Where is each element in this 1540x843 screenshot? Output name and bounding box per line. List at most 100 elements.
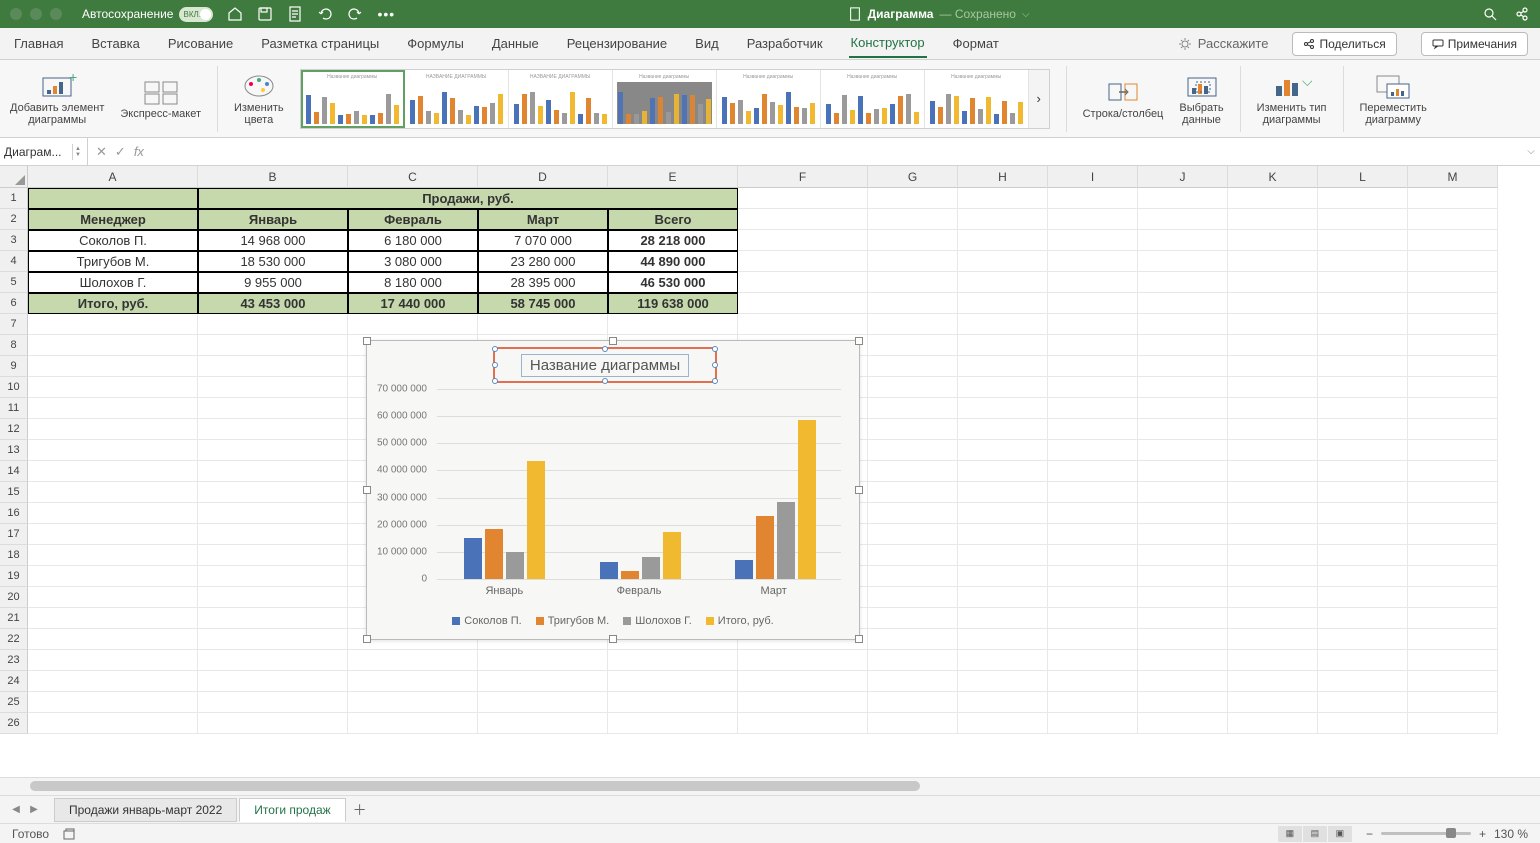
cell-F5[interactable] [738, 272, 868, 293]
cell-B12[interactable] [198, 419, 348, 440]
cell-L16[interactable] [1318, 503, 1408, 524]
chart-bar[interactable] [756, 516, 774, 579]
cell-J5[interactable] [1138, 272, 1228, 293]
cell-L20[interactable] [1318, 587, 1408, 608]
switch-row-column-button[interactable]: Строка/столбец [1083, 78, 1164, 120]
cell-K21[interactable] [1228, 608, 1318, 629]
cell-L26[interactable] [1318, 713, 1408, 734]
tab-рисование[interactable]: Рисование [166, 30, 235, 57]
legend-item[interactable]: Итого, руб. [706, 615, 774, 627]
sheet-next-icon[interactable]: ▶ [26, 802, 42, 818]
cell-J20[interactable] [1138, 587, 1228, 608]
share-icon[interactable] [1514, 6, 1530, 22]
cell-H1[interactable] [958, 188, 1048, 209]
cell-A12[interactable] [28, 419, 198, 440]
cell-K9[interactable] [1228, 356, 1318, 377]
enter-icon[interactable]: ✓ [115, 144, 126, 160]
zoom-out-button[interactable]: − [1366, 827, 1373, 841]
row-header-25[interactable]: 25 [0, 692, 28, 713]
chart-style-4[interactable]: Название диаграммы [613, 70, 717, 128]
cell-J2[interactable] [1138, 209, 1228, 230]
chart-resize-handle[interactable] [609, 635, 617, 643]
cell-B13[interactable] [198, 440, 348, 461]
cell-A26[interactable] [28, 713, 198, 734]
cell-A21[interactable] [28, 608, 198, 629]
chart-bar[interactable] [663, 532, 681, 579]
cell-H19[interactable] [958, 566, 1048, 587]
cell-B11[interactable] [198, 398, 348, 419]
change-chart-type-button[interactable]: ⌵ Изменить тип диаграммы [1257, 72, 1327, 126]
tab-конструктор[interactable]: Конструктор [849, 29, 927, 58]
quick-layout-button[interactable]: Экспресс-макет [120, 78, 201, 120]
cell-H23[interactable] [958, 650, 1048, 671]
chevron-down-icon[interactable]: ⌵ [1022, 9, 1030, 20]
cell-B15[interactable] [198, 482, 348, 503]
add-chart-element-button[interactable]: + Добавить элемент диаграммы [10, 72, 104, 126]
cell-B6[interactable]: 43 453 000 [198, 293, 348, 314]
chart-plot-area[interactable] [437, 389, 841, 579]
cell-L25[interactable] [1318, 692, 1408, 713]
cell-J21[interactable] [1138, 608, 1228, 629]
cell-C4[interactable]: 3 080 000 [348, 251, 478, 272]
sheet-prev-icon[interactable]: ◀ [8, 802, 24, 818]
cell-G22[interactable] [868, 629, 958, 650]
cell-A18[interactable] [28, 545, 198, 566]
cell-M16[interactable] [1408, 503, 1498, 524]
chart-style-5[interactable]: Название диаграммы [717, 70, 821, 128]
cell-I12[interactable] [1048, 419, 1138, 440]
cell-H10[interactable] [958, 377, 1048, 398]
cell-M11[interactable] [1408, 398, 1498, 419]
cell-A8[interactable] [28, 335, 198, 356]
cell-A14[interactable] [28, 461, 198, 482]
cell-M3[interactable] [1408, 230, 1498, 251]
cell-K16[interactable] [1228, 503, 1318, 524]
row-header-21[interactable]: 21 [0, 608, 28, 629]
cell-L21[interactable] [1318, 608, 1408, 629]
cell-H15[interactable] [958, 482, 1048, 503]
chart-style-2[interactable]: НАЗВАНИЕ ДИАГРАММЫ [405, 70, 509, 128]
row-header-22[interactable]: 22 [0, 629, 28, 650]
cell-K23[interactable] [1228, 650, 1318, 671]
cell-E3[interactable]: 28 218 000 [608, 230, 738, 251]
window-controls[interactable] [10, 8, 62, 20]
cell-I14[interactable] [1048, 461, 1138, 482]
cell-I23[interactable] [1048, 650, 1138, 671]
row-header-24[interactable]: 24 [0, 671, 28, 692]
cell-H14[interactable] [958, 461, 1048, 482]
cell-H17[interactable] [958, 524, 1048, 545]
tab-разметка-страницы[interactable]: Разметка страницы [259, 30, 381, 57]
row-header-3[interactable]: 3 [0, 230, 28, 251]
cell-I16[interactable] [1048, 503, 1138, 524]
cell-E25[interactable] [608, 692, 738, 713]
legend-item[interactable]: Соколов П. [452, 615, 521, 627]
cell-M20[interactable] [1408, 587, 1498, 608]
cell-A13[interactable] [28, 440, 198, 461]
chart-resize-handle[interactable] [855, 486, 863, 494]
cell-B3[interactable]: 14 968 000 [198, 230, 348, 251]
cell-A3[interactable]: Соколов П. [28, 230, 198, 251]
col-header-C[interactable]: C [348, 166, 478, 188]
col-header-F[interactable]: F [738, 166, 868, 188]
cell-A11[interactable] [28, 398, 198, 419]
cell-A24[interactable] [28, 671, 198, 692]
tab-разработчик[interactable]: Разработчик [745, 30, 825, 57]
accessibility-icon[interactable] [63, 827, 79, 841]
chart-title-selected[interactable]: Название диаграммы [493, 347, 717, 383]
cell-A5[interactable]: Шолохов Г. [28, 272, 198, 293]
row-header-8[interactable]: 8 [0, 335, 28, 356]
cell-C6[interactable]: 17 440 000 [348, 293, 478, 314]
normal-view-button[interactable]: ▦ [1278, 826, 1302, 842]
embedded-chart[interactable]: Название диаграммы 010 000 00020 000 000… [366, 340, 860, 640]
horizontal-scrollbar[interactable] [0, 777, 1540, 795]
cell-B20[interactable] [198, 587, 348, 608]
row-header-18[interactable]: 18 [0, 545, 28, 566]
cell-G13[interactable] [868, 440, 958, 461]
cell-C26[interactable] [348, 713, 478, 734]
zoom-in-button[interactable]: + [1479, 827, 1486, 841]
cell-M4[interactable] [1408, 251, 1498, 272]
cell-M6[interactable] [1408, 293, 1498, 314]
cell-K24[interactable] [1228, 671, 1318, 692]
cell-M23[interactable] [1408, 650, 1498, 671]
save-icon[interactable] [257, 6, 273, 22]
chart-title-text[interactable]: Название диаграммы [521, 354, 689, 377]
